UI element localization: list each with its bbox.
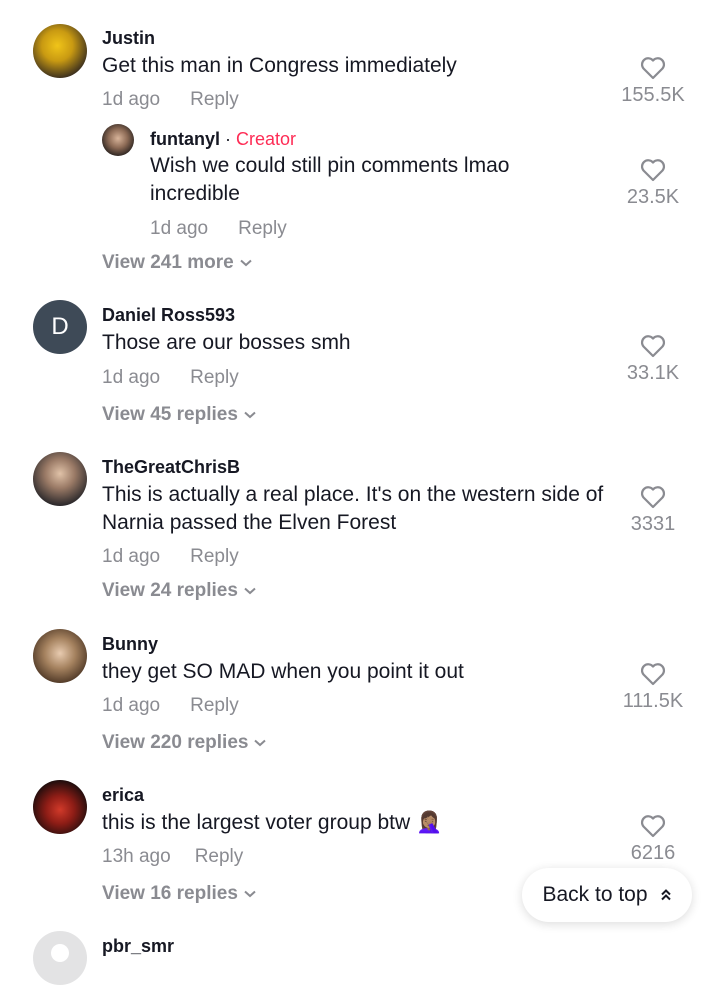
username[interactable]: pbr_smr [102,936,174,957]
chevron-down-icon [254,739,267,747]
username[interactable]: TheGreatChrisB [102,457,240,478]
timestamp: 1d ago [102,89,161,110]
view-more-label[interactable]: View 241 more [102,252,234,273]
view-more-replies[interactable]: View 241 more [102,252,252,274]
view-more-label[interactable]: View 220 replies [102,732,248,753]
reply-username[interactable]: funtanyl · Creator [150,129,296,150]
view-more-label[interactable]: View 16 replies [102,883,238,904]
view-more-replies[interactable]: View 45 replies [102,404,256,426]
like-count: 155.5K [621,84,685,106]
like-button[interactable]: 111.5K [608,662,698,713]
comment-meta: 1d ago Reply [102,89,239,111]
reply-avatar[interactable] [102,124,134,156]
chevron-down-icon [240,259,252,267]
heart-icon[interactable] [640,334,666,358]
avatar[interactable] [33,780,87,834]
reply-author-name[interactable]: funtanyl [150,129,220,149]
view-more-label[interactable]: View 24 replies [102,580,238,601]
reply-button[interactable]: Reply [190,89,239,110]
like-button[interactable]: 3331 [608,485,698,536]
reply-text: Wish we could still pin comments lmao in… [150,154,510,205]
timestamp: 13h ago [102,846,171,867]
like-button[interactable]: 6216 [608,814,698,865]
comment-text: Get this man in Congress immediately [102,54,457,77]
back-to-top-button[interactable]: Back to top [522,868,692,922]
like-count: 33.1K [626,362,680,384]
default-user-icon [51,944,69,962]
timestamp: 1d ago [150,218,209,239]
heart-icon[interactable] [640,814,666,838]
comment-meta: 1d ago Reply [102,546,239,568]
heart-icon[interactable] [640,485,666,509]
username[interactable]: Justin [102,28,155,49]
like-count: 3331 [630,513,676,535]
comment-text: This is actually a real place. It's on t… [102,483,604,534]
like-count: 111.5K [622,690,684,712]
view-more-replies[interactable]: View 24 replies [102,580,256,602]
view-more-label[interactable]: View 45 replies [102,404,238,425]
separator: · [225,129,232,149]
username[interactable]: Daniel Ross593 [102,305,235,326]
chevron-down-icon [244,890,256,898]
heart-icon[interactable] [640,662,666,686]
like-count: 23.5K [626,186,680,208]
like-count: 6216 [630,842,676,864]
like-button[interactable]: 33.1K [608,334,698,385]
reply-button[interactable]: Reply [190,695,239,716]
chevron-down-icon [244,587,256,595]
reply-meta: 1d ago Reply [150,218,287,240]
chevron-down-icon [244,411,256,419]
view-more-replies[interactable]: View 16 replies [102,883,256,905]
timestamp: 1d ago [102,546,161,567]
double-chevron-up-icon [660,889,671,901]
reply-button[interactable]: Reply [238,218,287,239]
comment-meta: 13h ago Reply [102,846,243,868]
comment-text: this is the largest voter group btw 🤦🏽‍♀… [102,809,612,837]
like-button[interactable]: 155.5K [608,56,698,107]
username[interactable]: Bunny [102,634,158,655]
reply-like-button[interactable]: 23.5K [608,158,698,209]
comment-text: Those are our bosses smh [102,331,351,354]
avatar[interactable] [33,629,87,683]
heart-icon[interactable] [640,56,666,80]
view-more-replies[interactable]: View 220 replies [102,732,267,754]
timestamp: 1d ago [102,367,161,388]
username[interactable]: erica [102,785,144,806]
avatar[interactable] [33,452,87,506]
reply-button[interactable]: Reply [190,546,239,567]
facepalm-emoji: 🤦🏽‍♀️ [416,811,443,834]
reply-button[interactable]: Reply [195,846,244,867]
avatar[interactable] [33,931,87,985]
comment-text: they get SO MAD when you point it out [102,660,464,683]
avatar[interactable]: D [33,300,87,354]
timestamp: 1d ago [102,695,161,716]
comment-meta: 1d ago Reply [102,367,239,389]
back-to-top-label[interactable]: Back to top [542,883,647,907]
comment-meta: 1d ago Reply [102,695,239,717]
avatar[interactable] [33,24,87,78]
heart-icon[interactable] [640,158,666,182]
reply-button[interactable]: Reply [190,367,239,388]
comment-text-content: this is the largest voter group btw [102,811,411,834]
creator-badge: Creator [236,129,297,149]
